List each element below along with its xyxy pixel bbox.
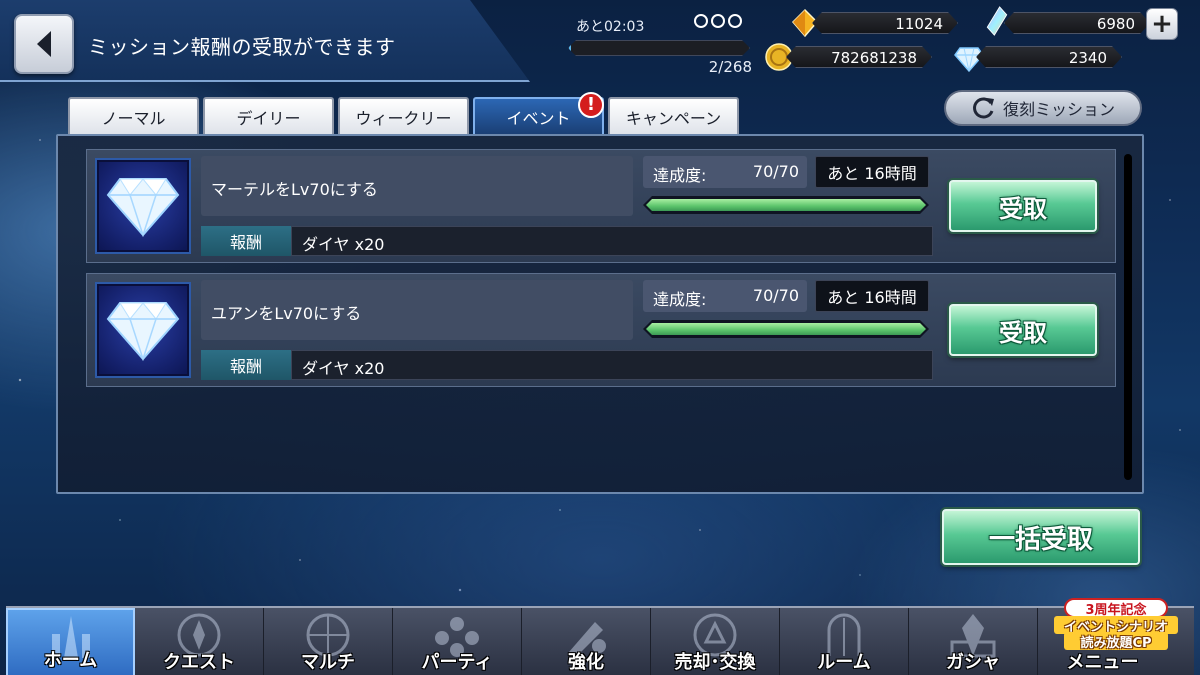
nav-gacha[interactable]: ガシャ — [909, 608, 1038, 675]
stamina-dot — [728, 14, 742, 28]
reward-label: 報酬 — [201, 350, 291, 380]
coin-counter: 782681238 — [786, 46, 932, 68]
mission-time-remaining: あと 16時間 — [815, 156, 929, 188]
bulk-claim-button[interactable]: 一括受取 — [942, 509, 1140, 565]
nav-room[interactable]: ルーム — [780, 608, 909, 675]
diamond-counter: 2340 — [976, 46, 1122, 68]
mission-progress-bar — [643, 196, 929, 214]
nav-label: ホーム — [43, 650, 98, 671]
header-title: ミッション報酬の受取ができます — [88, 35, 396, 59]
coin-amount: 782681238 — [831, 49, 917, 67]
mission-progress-bar-fill — [646, 199, 926, 211]
revival-mission-button[interactable]: 復刻ミッション — [944, 90, 1142, 126]
nav-label: クエスト — [163, 652, 235, 673]
claim-button[interactable]: 受取 — [949, 304, 1097, 356]
refresh-icon — [973, 97, 994, 119]
stamina-panel: あと02:03 2/268 — [566, 10, 752, 76]
diamond-amount: 2340 — [1068, 49, 1107, 67]
nav-multi[interactable]: マルチ — [264, 608, 393, 675]
reward-value: ダイヤ x20 — [291, 350, 933, 380]
tab-normal[interactable]: ノーマル — [68, 97, 199, 134]
progress-value: 70/70 — [752, 286, 799, 305]
gold-crystal-amount: 11024 — [895, 15, 943, 33]
mission-progress: 達成度: 70/70 — [643, 280, 807, 312]
nav-enhance[interactable]: 強化 — [522, 608, 651, 675]
tab-daily[interactable]: デイリー — [203, 97, 334, 134]
nav-label: パーティ — [421, 652, 493, 673]
event-alert-badge: ! — [578, 92, 604, 118]
progress-label: 達成度: — [653, 166, 707, 185]
back-button[interactable] — [14, 14, 74, 74]
mission-description: ユアンをLv70にする — [201, 280, 633, 340]
tab-label: ウィークリー — [355, 108, 452, 128]
mission-progress-bar — [643, 320, 929, 338]
mission-description: マーテルをLv70にする — [201, 156, 633, 216]
tab-campaign[interactable]: キャンペーン — [608, 97, 739, 134]
progress-value: 70/70 — [752, 162, 799, 181]
nav-trade[interactable]: 売却･交換 — [651, 608, 780, 675]
stamina-count: 2/268 — [708, 58, 752, 76]
rainbow-crystal-amount: 6980 — [1096, 15, 1135, 33]
revival-mission-label: 復刻ミッション — [1002, 100, 1115, 119]
stamina-timer: あと02:03 — [576, 19, 645, 35]
progress-label: 達成度: — [653, 290, 707, 309]
mission-reward-icon — [95, 158, 191, 254]
mission-list-scrollbar[interactable] — [1124, 154, 1132, 480]
mission-progress-bar-fill — [646, 323, 926, 335]
mission-progress: 達成度: 70/70 — [643, 156, 807, 188]
nav-party[interactable]: パーティ — [393, 608, 522, 675]
tab-label: デイリー — [236, 108, 301, 128]
stamina-bar — [568, 40, 750, 56]
mission-row: ユアンをLv70にする 達成度: 70/70 あと 16時間 報酬 ダイヤ x2… — [86, 273, 1116, 387]
stamina-bar-fill — [569, 41, 571, 55]
tab-weekly[interactable]: ウィークリー — [338, 97, 469, 134]
mission-row: マーテルをLv70にする 達成度: 70/70 あと 16時間 報酬 ダイヤ x… — [86, 149, 1116, 263]
plus-icon: + — [1151, 9, 1173, 39]
anniversary-promo-banner[interactable]: 3周年記念 イベントシナリオ 読み放題CP — [1050, 598, 1182, 651]
nav-label: 強化 — [568, 652, 604, 673]
nav-label: マルチ — [301, 652, 355, 673]
bottom-navigation: ホーム クエスト マルチ パーティ 強化 売却･交換 ルーム ガシャ メニュー — [6, 606, 1194, 675]
stamina-dot — [711, 14, 725, 28]
back-arrow-icon — [37, 31, 51, 57]
nav-label: メニュー — [1066, 652, 1139, 673]
mission-time-remaining: あと 16時間 — [815, 280, 929, 312]
reward-value: ダイヤ x20 — [291, 226, 933, 256]
nav-label: ガシャ — [946, 652, 1000, 673]
claim-button[interactable]: 受取 — [949, 180, 1097, 232]
mission-reward-icon — [95, 282, 191, 378]
nav-home[interactable]: ホーム — [6, 608, 135, 675]
rainbow-crystal-counter: 6980 — [1004, 12, 1150, 34]
tab-label: イベント — [506, 108, 571, 128]
stamina-dot — [694, 14, 708, 28]
nav-quest[interactable]: クエスト — [135, 608, 264, 675]
gold-crystal-counter: 11024 — [812, 12, 958, 34]
nav-label: 売却･交換 — [674, 652, 756, 673]
purchase-plus-button[interactable]: + — [1146, 8, 1178, 40]
stamina-dots — [694, 14, 742, 28]
promo-campaign: 読み放題CP — [1064, 632, 1168, 651]
diamond-icon — [106, 178, 180, 237]
tab-label: ノーマル — [101, 108, 166, 128]
tab-label: キャンペーン — [625, 108, 722, 128]
reward-label: 報酬 — [201, 226, 291, 256]
nav-label: ルーム — [817, 652, 871, 673]
diamond-icon — [106, 302, 180, 361]
